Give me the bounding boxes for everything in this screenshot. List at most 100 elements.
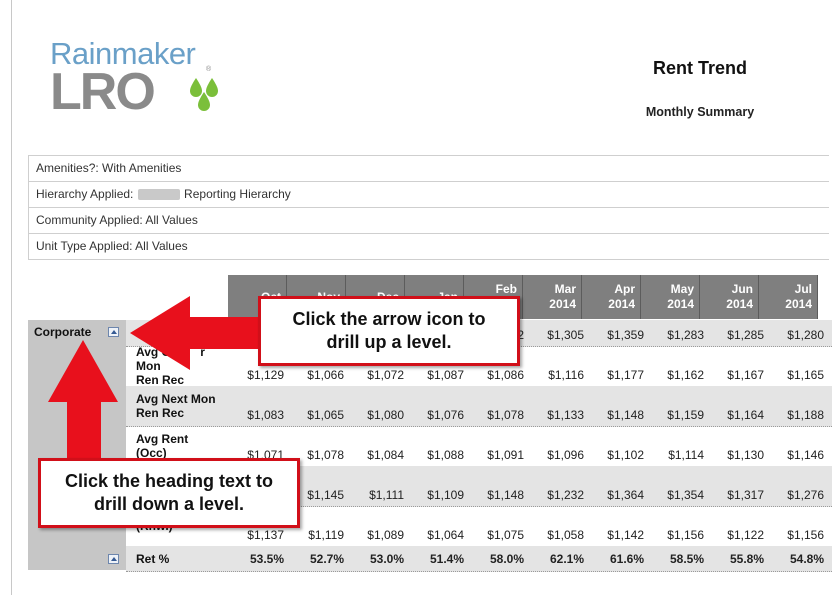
table-cell: $1,148 xyxy=(487,488,524,502)
table-cell: $1,156 xyxy=(787,528,824,542)
row-label-line: Avg C xyxy=(136,345,171,359)
table-cell: $1,122 xyxy=(727,528,764,542)
table-cell: $1,088 xyxy=(427,448,464,462)
table-cell: $1,133 xyxy=(547,408,584,422)
column-header[interactable]: May 2014 xyxy=(641,275,700,319)
table-cell: $1,109 xyxy=(427,488,464,502)
row-label-line: Avg Rent xyxy=(136,432,189,446)
drill-up-callout: Click the arrow icon to drill up a level… xyxy=(258,296,520,366)
row-label[interactable]: Ret % xyxy=(126,546,228,571)
table-cell: $1,146 xyxy=(787,448,824,462)
table-cell: $1,076 xyxy=(427,408,464,422)
row-label[interactable]: Avg Next Mon Ren Rec xyxy=(126,386,228,426)
filter-hierarchy: Hierarchy Applied: Reporting Hierarchy xyxy=(29,182,829,208)
row-label-line: Ret % xyxy=(136,551,170,566)
table-cell: $1,317 xyxy=(727,488,764,502)
table-cell: $1,142 xyxy=(607,528,644,542)
table-cell: 58.0% xyxy=(489,551,524,566)
column-month: May xyxy=(670,282,694,296)
table-cell: $1,080 xyxy=(367,408,404,422)
table-cell: $1,083 xyxy=(247,408,284,422)
column-header[interactable]: Jul 2014 xyxy=(759,275,818,319)
table-cell: $1,164 xyxy=(727,408,764,422)
table-cell: $1,165 xyxy=(787,368,824,382)
callout-line: drill up a level. xyxy=(326,332,452,352)
table-cell: $1,156 xyxy=(667,528,704,542)
row-label-line: Avg Next Mon xyxy=(136,392,216,406)
filter-community: Community Applied: All Values xyxy=(29,208,829,234)
drill-up-arrow-icon[interactable] xyxy=(108,327,119,337)
redacted-text xyxy=(137,189,180,201)
table-cell: $1,283 xyxy=(667,328,704,342)
column-header[interactable]: Mar 2014 xyxy=(523,275,582,319)
table-cell: $1,111 xyxy=(369,488,404,502)
table-cell: $1,148 xyxy=(607,408,644,422)
callout-line: Click the heading text to xyxy=(64,471,274,491)
column-header[interactable]: Jun 2014 xyxy=(700,275,759,319)
table-cell: $1,354 xyxy=(667,488,704,502)
table-cell: 62.1% xyxy=(549,551,584,566)
table-cell: $1,280 xyxy=(787,328,824,342)
water-drops-icon xyxy=(190,78,218,111)
column-month: Jul xyxy=(794,282,812,296)
applied-filters-panel: Amenities?: With Amenities Hierarchy App… xyxy=(28,155,829,260)
callout-line: drill down a level. xyxy=(93,494,245,514)
row-label[interactable]: Avg Cr Mon Ren Rec xyxy=(126,345,228,387)
table-cell: $1,084 xyxy=(367,448,404,462)
table-cell: 61.6% xyxy=(609,551,644,566)
table-cell: 55.8% xyxy=(729,551,764,566)
table-cell: $1,102 xyxy=(607,448,644,462)
table-cell: $1,276 xyxy=(787,488,824,502)
report-subtitle: Monthly Summary xyxy=(645,105,755,119)
filter-hierarchy-suffix: Reporting Hierarchy xyxy=(180,187,291,201)
table-row: Ret % 53.5% 52.7% 53.0% 51.4% 58.0% 62.1% 61.6%… xyxy=(126,546,832,572)
column-year: 2014 xyxy=(608,297,635,311)
drill-down-callout: Click the heading text to drill down a l… xyxy=(38,458,300,528)
table-cell: $1,116 xyxy=(548,368,584,382)
table-cell: $1,130 xyxy=(727,448,764,462)
table-cell: $1,177 xyxy=(607,368,644,382)
rainmaker-lro-logo: Rainmaker LRO ® xyxy=(50,38,230,121)
table-cell: $1,364 xyxy=(607,488,644,502)
row-label-line: Ren Rec xyxy=(136,406,185,420)
table-cell: 51.4% xyxy=(429,551,464,566)
table-cell: $1,114 xyxy=(668,448,704,462)
filter-amenities: Amenities?: With Amenities xyxy=(29,156,829,182)
table-cell: $1,078 xyxy=(487,408,524,422)
table-cell: $1,089 xyxy=(367,528,404,542)
table-cell: 54.8% xyxy=(789,551,824,566)
drill-up-arrow-icon[interactable] xyxy=(108,554,119,564)
row-label-line: Ren Rec xyxy=(136,373,185,387)
column-month: Feb xyxy=(495,282,517,296)
table-cell: 52.7% xyxy=(309,551,344,566)
column-year: 2014 xyxy=(549,297,576,311)
table-cell: $1,359 xyxy=(607,328,644,342)
column-month: Jun xyxy=(731,282,753,296)
column-header[interactable]: Apr 2014 xyxy=(582,275,641,319)
table-cell: $1,065 xyxy=(307,408,344,422)
report-title: Rent Trend xyxy=(652,58,747,78)
corporate-heading[interactable]: Corporate xyxy=(34,325,91,339)
table-cell: $1,167 xyxy=(727,368,764,382)
table-cell: $1,159 xyxy=(667,408,704,422)
row-label[interactable] xyxy=(126,320,228,346)
table-cell: 53.0% xyxy=(369,551,404,566)
table-cell: $1,058 xyxy=(547,528,584,542)
table-cell: $1,305 xyxy=(547,328,584,342)
column-year: 2014 xyxy=(726,297,753,311)
column-month: Apr xyxy=(614,282,635,296)
table-cell: $1,188 xyxy=(787,408,824,422)
filter-unit-type: Unit Type Applied: All Values xyxy=(36,239,188,253)
table-cell: $1,091 xyxy=(487,448,524,462)
table-cell: $1,096 xyxy=(547,448,584,462)
column-month: Mar xyxy=(554,282,576,296)
logo-wordmark-bottom: LRO xyxy=(50,63,156,121)
column-year: 2014 xyxy=(667,297,694,311)
table-cell: $1,075 xyxy=(487,528,524,542)
table-cell: $1,162 xyxy=(667,368,704,382)
table-row: Avg Next Mon Ren Rec $1,083 $1,065 $1,080 $1,… xyxy=(126,386,832,427)
column-year: 2014 xyxy=(785,297,812,311)
callout-line: Click the arrow icon to xyxy=(292,309,486,329)
table-cell: $1,232 xyxy=(547,488,584,502)
table-cell: $1,285 xyxy=(727,328,764,342)
